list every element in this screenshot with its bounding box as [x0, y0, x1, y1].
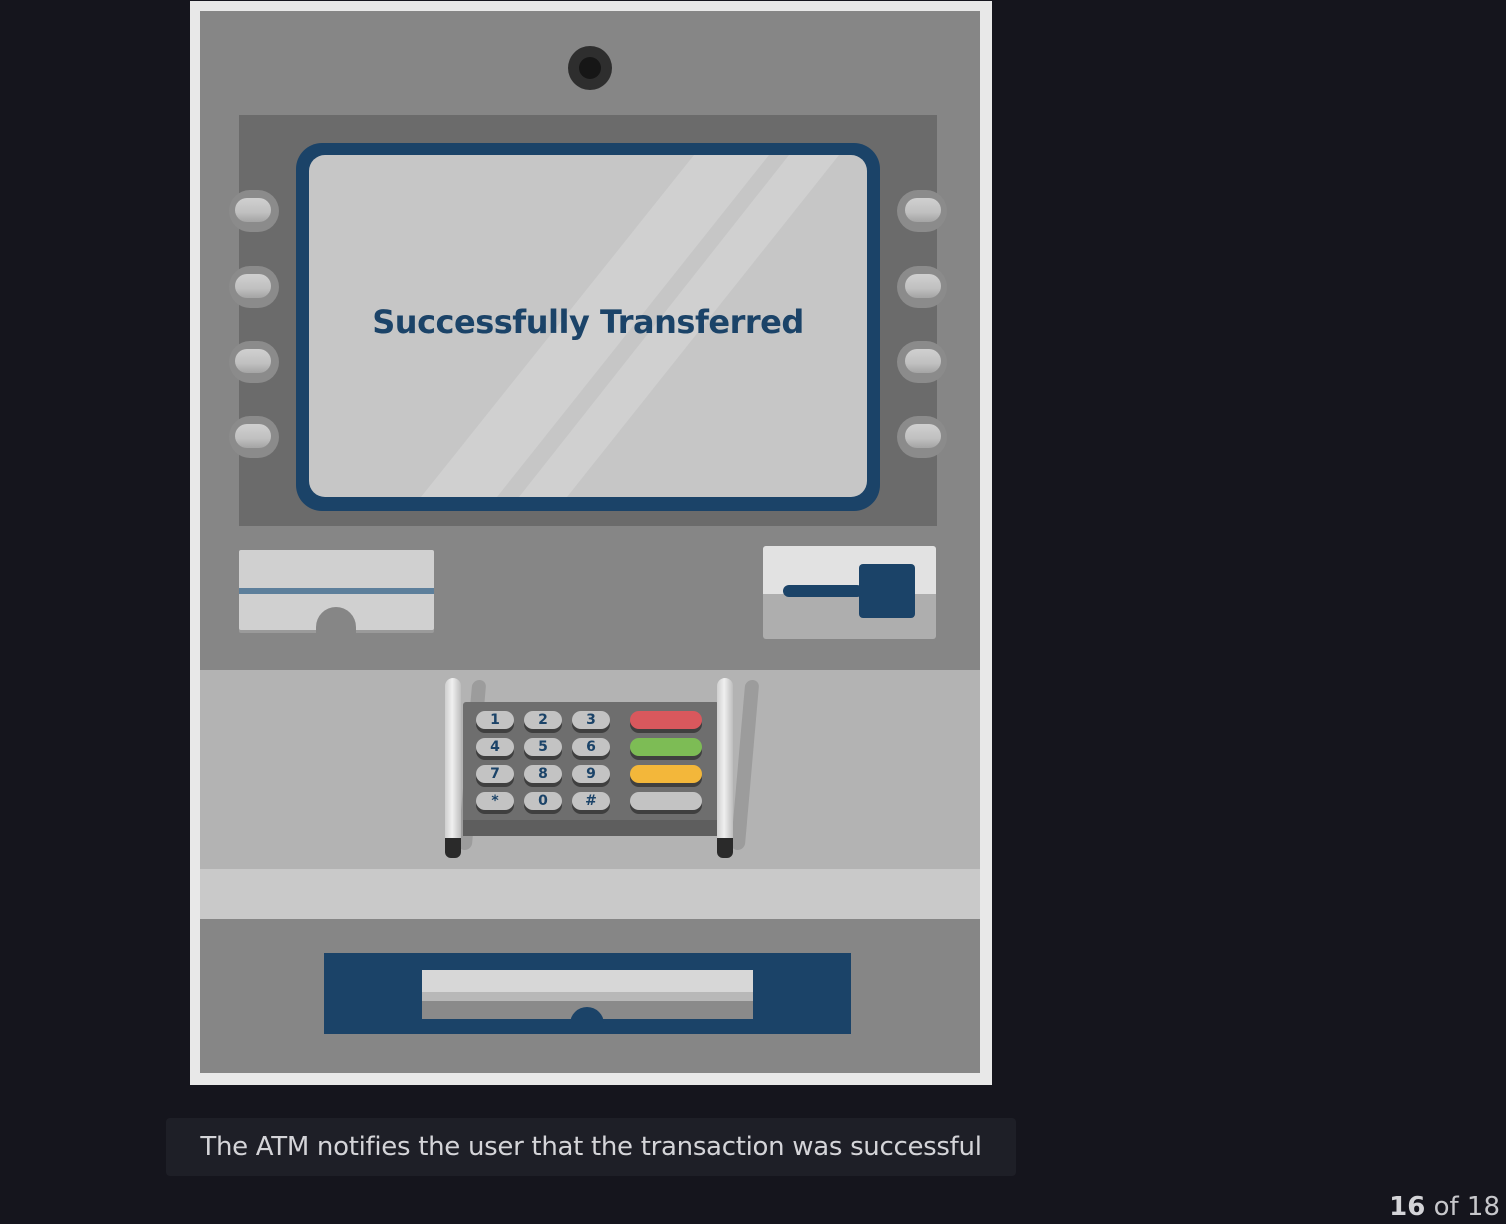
keypad-post-shadow-right: [730, 680, 760, 850]
atm-shelf: [200, 869, 980, 919]
blank-key[interactable]: [630, 792, 702, 810]
keypad-shadow: [463, 820, 719, 836]
key-1[interactable]: 1: [476, 711, 514, 729]
receipt-slot-line: [239, 588, 434, 594]
card-slot: [783, 585, 863, 597]
cash-dispenser: [324, 953, 851, 1034]
side-button-left-4[interactable]: [229, 416, 279, 458]
card-reader[interactable]: [763, 546, 936, 639]
screen-message: Successfully Transferred: [372, 303, 804, 341]
side-button-right-3[interactable]: [897, 341, 947, 383]
receipt-slot-notch: [316, 607, 356, 637]
total-slide-count: 18: [1466, 1192, 1500, 1222]
atm-screen: Successfully Transferred: [309, 155, 867, 497]
screen-bezel: Successfully Transferred: [296, 143, 880, 511]
cancel-key[interactable]: [630, 711, 702, 729]
key-7[interactable]: 7: [476, 765, 514, 783]
side-button-left-3[interactable]: [229, 341, 279, 383]
camera-icon: [568, 46, 612, 90]
key-6[interactable]: 6: [572, 738, 610, 756]
slide-counter-separator: of: [1433, 1192, 1459, 1222]
key-4[interactable]: 4: [476, 738, 514, 756]
atm-machine: Successfully Transferred 1 2 3 4 5 6 7 8…: [200, 11, 980, 1073]
key-star[interactable]: *: [476, 792, 514, 810]
key-5[interactable]: 5: [524, 738, 562, 756]
side-button-right-1[interactable]: [897, 190, 947, 232]
screen-panel: Successfully Transferred: [229, 115, 947, 526]
key-8[interactable]: 8: [524, 765, 562, 783]
current-slide-number: 16: [1389, 1192, 1426, 1222]
atm-illustration-frame: Successfully Transferred 1 2 3 4 5 6 7 8…: [190, 1, 992, 1085]
cash-dispenser-area: [200, 919, 980, 1073]
card-icon: [859, 564, 915, 618]
slide-counter: 16 of 18: [1389, 1192, 1500, 1222]
side-button-right-4[interactable]: [897, 416, 947, 458]
key-2[interactable]: 2: [524, 711, 562, 729]
key-9[interactable]: 9: [572, 765, 610, 783]
keypad-privacy-post-right: [717, 678, 733, 858]
keypad: 1 2 3 4 5 6 7 8 9 * 0 #: [443, 670, 763, 869]
key-hash[interactable]: #: [572, 792, 610, 810]
side-button-left-1[interactable]: [229, 190, 279, 232]
keypad-privacy-post-left: [445, 678, 461, 858]
enter-key[interactable]: [630, 738, 702, 756]
key-0[interactable]: 0: [524, 792, 562, 810]
side-button-right-2[interactable]: [897, 266, 947, 308]
slide-caption: The ATM notifies the user that the trans…: [166, 1118, 1016, 1176]
keypad-section: 1 2 3 4 5 6 7 8 9 * 0 #: [200, 670, 980, 869]
receipt-slot: [239, 550, 434, 637]
clear-key[interactable]: [630, 765, 702, 783]
key-3[interactable]: 3: [572, 711, 610, 729]
side-button-left-2[interactable]: [229, 266, 279, 308]
